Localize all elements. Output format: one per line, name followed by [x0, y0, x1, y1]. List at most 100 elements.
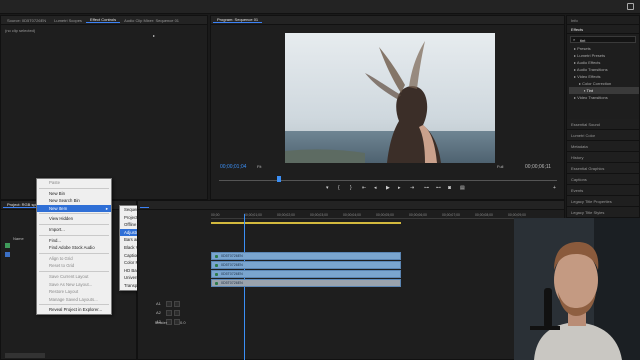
ruler-tick-label: 00;00;03;00 [310, 213, 328, 217]
webcam-overlay [514, 218, 640, 360]
play-icon[interactable]: ▶ [386, 185, 390, 191]
panel-tab[interactable]: Metadata [567, 141, 639, 152]
go-to-out-icon[interactable]: ⇥ [410, 185, 414, 191]
context-menu-item[interactable]: New Search Bin [37, 197, 111, 205]
panel-tab[interactable]: Essential Sound [567, 119, 639, 130]
work-area-bar[interactable] [211, 222, 401, 224]
marker-icon[interactable]: ▾ [326, 185, 329, 191]
search-icon: ⌕ [573, 37, 576, 42]
context-menu-item[interactable]: View Hidden [37, 215, 111, 223]
effects-tree-item[interactable]: ▸ Audio Effects [569, 59, 639, 66]
solo-button[interactable] [174, 310, 180, 316]
program-timecode[interactable]: 00;00;01;04 [220, 164, 246, 170]
context-menu-item-label: Paste [49, 180, 60, 185]
track-label: A2 [156, 310, 161, 315]
effects-search[interactable]: ⌕ tint [570, 36, 636, 43]
context-menu-item[interactable]: New Bin [37, 190, 111, 198]
effects-tree-item[interactable]: ▸ Color Correction [569, 80, 639, 87]
panel-tab[interactable]: Captions [567, 174, 639, 185]
scrub-bar[interactable] [219, 180, 557, 181]
context-menu-item[interactable]: Find... [37, 237, 111, 245]
step-back-icon[interactable]: ◂ [374, 185, 377, 191]
collapsed-panels: Essential Sound Lumetri Color Metadata Hist… [567, 119, 639, 218]
timeline-playhead[interactable] [244, 214, 245, 360]
context-menu-item[interactable]: New Item ▸ [37, 204, 111, 213]
in-point-icon[interactable]: { [338, 185, 340, 191]
effects-search-input[interactable]: tint [580, 38, 585, 43]
context-menu-item-label: Import... [49, 226, 65, 232]
lift-icon[interactable]: ⊶ [424, 185, 429, 191]
effects-tree: ▸ Presets ▸ Lumetri Presets ▸ Audio Effect… [567, 45, 639, 101]
source-tab[interactable]: Audio Clip Mixer: Sequence 01 [120, 18, 183, 23]
mute-button[interactable] [166, 301, 172, 307]
source-tab[interactable]: Effect Controls [85, 17, 121, 23]
source-tab[interactable]: Lumetri Scopes [50, 18, 86, 23]
context-menu-item-label: Save Current Layout [49, 273, 89, 279]
source-tab[interactable]: Source: 0D5T0726EN [3, 18, 50, 23]
timeline-clip[interactable]: 0D5T0726EN [211, 252, 401, 260]
effects-tree-label: Lumetri Presets [577, 53, 606, 58]
effects-tree-item[interactable]: ▸ Video Effects [569, 73, 639, 80]
effects-tab[interactable]: Effects [567, 25, 639, 34]
panel-tab[interactable]: Legacy Title Styles [567, 207, 639, 218]
context-menu-item[interactable]: Import... [37, 226, 111, 234]
timeline-clip[interactable]: 0D5T0726EN [211, 261, 401, 269]
context-menu-item: Save As New Layout... [37, 281, 111, 289]
comparison-view-icon[interactable]: ▤ [460, 185, 465, 191]
time-ruler[interactable]: 00;00 00;00;01;00 00;00;02;00 00;00;03;00 00… [211, 213, 564, 219]
extract-icon[interactable]: ⊷ [436, 185, 441, 191]
context-menu-item[interactable]: Find Adobe Stock Audio [37, 244, 111, 252]
panel-tab[interactable]: Essential Graphics [567, 163, 639, 174]
export-frame-icon[interactable]: ◙ [448, 185, 451, 191]
panel-tab[interactable]: Events [567, 185, 639, 196]
panel-tab[interactable]: History [567, 152, 639, 163]
info-tab[interactable]: Info [567, 16, 639, 25]
menu-separator [39, 213, 109, 215]
ruler-tick-label: 00;00;02;00 [277, 213, 295, 217]
timeline-tab[interactable] [140, 202, 150, 208]
context-menu-item-label: Find... [49, 237, 61, 243]
quality-dropdown[interactable]: Full [497, 164, 503, 169]
ruler-tick-label: 00;00;05;00 [376, 213, 394, 217]
step-forward-icon[interactable]: ▸ [398, 185, 401, 191]
solo-button[interactable] [174, 301, 180, 307]
add-button-icon[interactable]: + [553, 185, 556, 191]
top-bar [0, 0, 640, 14]
mute-button[interactable] [166, 310, 172, 316]
effects-tree-item[interactable]: ▸ Video Transitions [569, 94, 639, 101]
effect-controls-panel: Source: 0D5T0726EN Lumetri Scopes Effect C… [0, 15, 208, 200]
ruler-tick-label: 00;00;04;00 [343, 213, 361, 217]
timeline-clip[interactable]: 0D5T0726EN [211, 270, 401, 278]
effects-tree-item[interactable]: ▸ Audio Transitions [569, 66, 639, 73]
context-menu-item-label: Manage Saved Layouts... [49, 296, 98, 302]
video-frame [285, 33, 495, 163]
effects-tree-label: Audio Effects [576, 60, 601, 65]
program-monitor: Program: Sequence 01 00;00;01;04 Fit Ful… [210, 15, 565, 200]
panel-tab[interactable]: Legacy Title Properties [567, 196, 639, 207]
ruler-tick-label: 00;00;06;00 [409, 213, 427, 217]
effects-tree-item[interactable]: ▪ Tint [569, 87, 639, 94]
context-menu-item: Restore Layout [37, 288, 111, 296]
timeline-clip[interactable]: 0D5T0726EN [211, 279, 401, 287]
effects-tree-label: Color Correction [582, 81, 612, 86]
master-volume-value[interactable]: 0.0 [180, 320, 186, 325]
context-menu-item: Align to Grid [37, 255, 111, 263]
context-menu-item: Paste [37, 179, 111, 187]
context-menu-item-label: Reset to Grid [49, 263, 75, 269]
submenu-arrow-icon: ▸ [105, 205, 108, 211]
effects-tree-label: Audio Transitions [576, 67, 608, 72]
fullscreen-icon[interactable] [627, 3, 634, 10]
go-to-in-icon[interactable]: ⇤ [362, 185, 366, 191]
fit-dropdown[interactable]: Fit [257, 164, 261, 169]
panel-tab[interactable]: Lumetri Color [567, 130, 639, 141]
expand-arrow-icon[interactable]: ▸ [153, 33, 155, 38]
effects-tree-label: Presets [577, 46, 591, 51]
out-point-icon[interactable]: } [350, 185, 352, 191]
playhead-marker[interactable] [277, 176, 281, 182]
effects-tree-item[interactable]: ▸ Lumetri Presets [569, 52, 639, 59]
effects-tree-item[interactable]: ▸ Presets [569, 45, 639, 52]
context-menu-item-label: Find Adobe Stock Audio [49, 245, 95, 251]
name-column-header[interactable]: Name [13, 236, 24, 241]
program-tab[interactable]: Program: Sequence 01 [213, 17, 263, 23]
context-menu-item[interactable]: Reveal Project in Explorer... [37, 306, 111, 314]
